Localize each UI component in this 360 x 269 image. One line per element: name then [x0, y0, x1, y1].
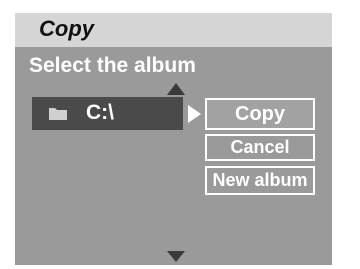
title-bar: Copy — [15, 13, 332, 47]
album-item-label: C:\ — [86, 101, 114, 124]
screen-title: Copy — [39, 16, 94, 41]
cancel-button[interactable]: Cancel — [205, 134, 315, 161]
album-item-c-drive[interactable]: C:\ — [32, 97, 183, 130]
selection-pointer-icon — [188, 105, 201, 123]
copy-screen: Copy Select the album C:\ Copy Cancel Ne… — [15, 13, 332, 265]
scroll-up-arrow-icon[interactable] — [167, 83, 185, 95]
copy-button[interactable]: Copy — [205, 98, 315, 130]
select-album-heading: Select the album — [29, 54, 196, 77]
folder-icon — [49, 108, 67, 120]
scroll-down-arrow-icon[interactable] — [167, 251, 185, 262]
new-album-button[interactable]: New album — [205, 166, 315, 195]
